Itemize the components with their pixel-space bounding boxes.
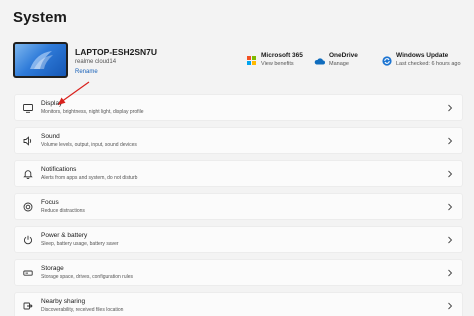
microsoft-365-icon [246, 55, 257, 66]
chevron-right-icon [448, 203, 453, 211]
settings-row-title: Sound [41, 133, 60, 140]
display-icon [23, 103, 33, 113]
settings-row-subtitle: Alerts from apps and system, do not dist… [41, 175, 138, 181]
device-model: realme cloud14 [75, 59, 117, 65]
quick-link-title: OneDrive [329, 52, 358, 59]
quick-link-microsoft-365[interactable]: Microsoft 365 View benefits [246, 52, 303, 67]
settings-row-nearby-sharing[interactable]: Nearby sharing Discoverability, received… [14, 292, 463, 316]
settings-row-title: Display [41, 100, 63, 107]
settings-row-power-battery[interactable]: Power & battery Sleep, battery usage, ba… [14, 226, 463, 253]
nearby-sharing-icon [23, 301, 33, 311]
bell-icon [23, 169, 33, 179]
settings-row-title: Power & battery [41, 232, 88, 239]
chevron-right-icon [448, 104, 453, 112]
settings-row-subtitle: Discoverability, received files location [41, 307, 124, 313]
settings-row-title: Focus [41, 199, 59, 206]
chevron-right-icon [448, 236, 453, 244]
storage-icon [23, 268, 33, 278]
chevron-right-icon [448, 170, 453, 178]
settings-row-sound[interactable]: Sound Volume levels, output, input, soun… [14, 127, 463, 154]
quick-link-title: Microsoft 365 [261, 52, 303, 59]
quick-link-subtitle: Manage [329, 61, 349, 67]
settings-row-display[interactable]: Display Monitors, brightness, night ligh… [14, 94, 463, 121]
settings-row-storage[interactable]: Storage Storage space, drives, configura… [14, 259, 463, 286]
settings-row-subtitle: Sleep, battery usage, battery saver [41, 241, 119, 247]
settings-row-title: Storage [41, 265, 64, 272]
focus-icon [23, 202, 33, 212]
settings-row-title: Nearby sharing [41, 298, 86, 305]
quick-link-windows-update[interactable]: Windows Update Last checked: 6 hours ago [381, 52, 461, 67]
chevron-right-icon [448, 137, 453, 145]
onedrive-icon [314, 55, 325, 66]
settings-row-title: Notifications [41, 166, 77, 173]
power-icon [23, 235, 33, 245]
settings-row-notifications[interactable]: Notifications Alerts from apps and syste… [14, 160, 463, 187]
quick-link-subtitle: Last checked: 6 hours ago [396, 61, 461, 67]
device-name: LAPTOP-ESH2SN7U [75, 47, 158, 57]
quick-link-onedrive[interactable]: OneDrive Manage [314, 52, 358, 67]
quick-link-title: Windows Update [396, 52, 449, 59]
device-thumbnail [13, 42, 68, 78]
settings-row-focus[interactable]: Focus Reduce distractions [14, 193, 463, 220]
sound-icon [23, 136, 33, 146]
quick-link-subtitle: View benefits [261, 61, 294, 67]
windows-wallpaper-icon [15, 44, 66, 76]
settings-row-subtitle: Monitors, brightness, night light, displ… [41, 109, 144, 115]
windows-update-icon [381, 55, 392, 66]
page-title: System [13, 9, 67, 26]
settings-row-subtitle: Storage space, drives, configuration rul… [41, 274, 133, 280]
settings-row-subtitle: Volume levels, output, input, sound devi… [41, 142, 137, 148]
settings-row-subtitle: Reduce distractions [41, 208, 85, 214]
chevron-right-icon [448, 302, 453, 310]
chevron-right-icon [448, 269, 453, 277]
rename-link[interactable]: Rename [75, 69, 98, 75]
